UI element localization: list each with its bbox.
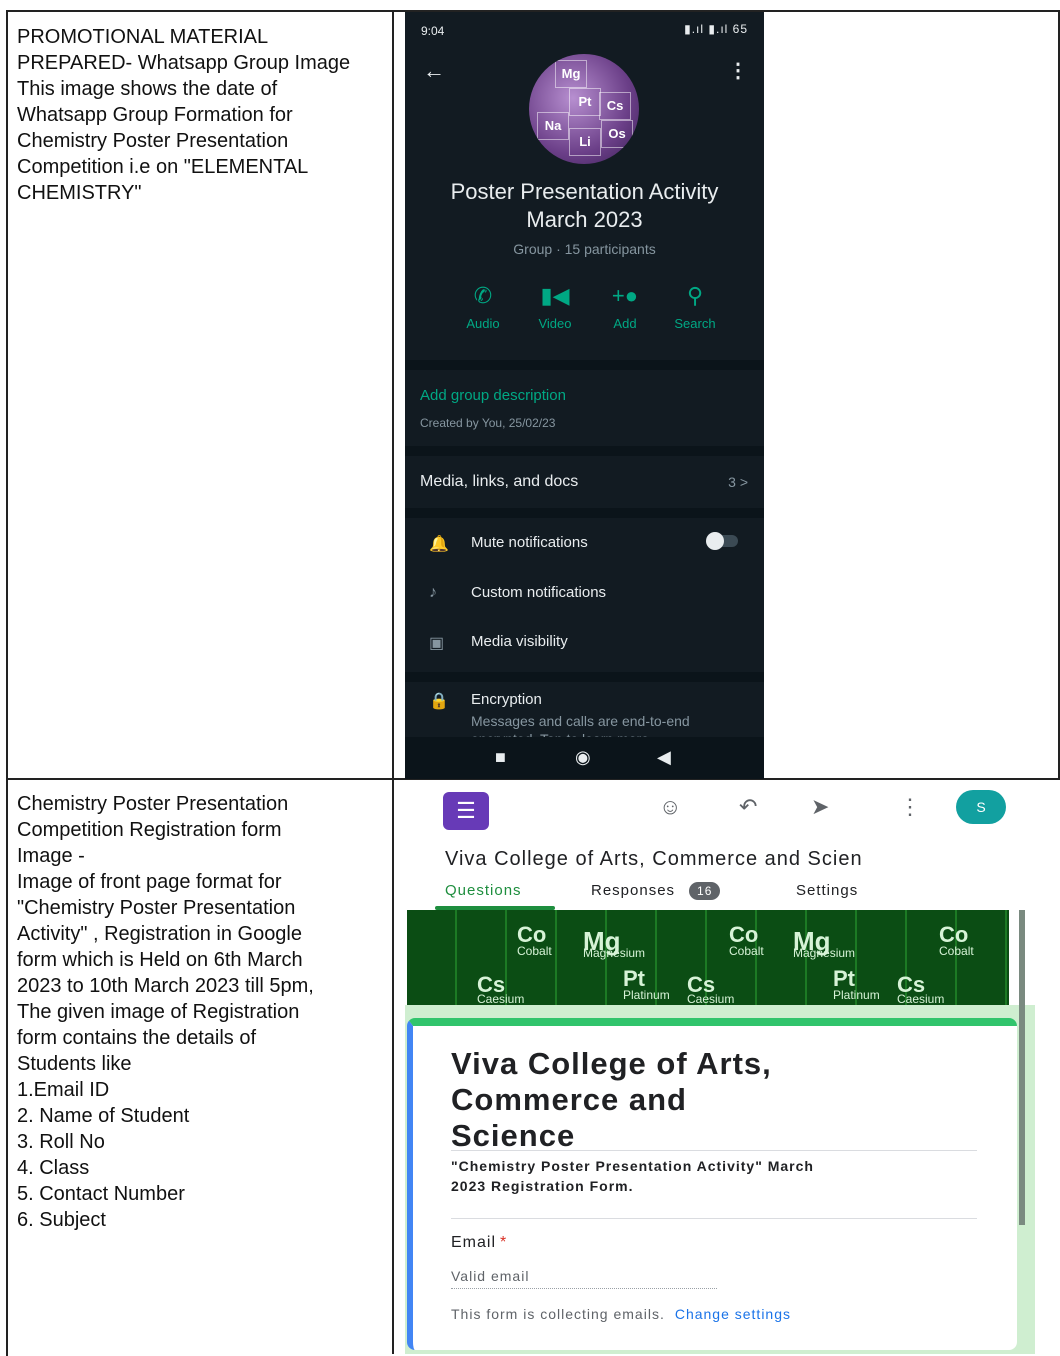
email-field-underline — [451, 1288, 717, 1289]
form-description[interactable]: "Chemistry Poster Presentation Activity"… — [451, 1156, 971, 1196]
action-row: ✆ Audio ▮◀ Video +● Add ⚲ Search — [453, 282, 733, 342]
toggle-knob — [706, 532, 724, 550]
section-divider — [451, 1218, 977, 1219]
form-toolbar: ☰ ☺ ↶ ➤ ⋮ S — [405, 780, 1035, 840]
title-divider — [451, 1150, 977, 1151]
bell-icon: 🔔 — [429, 536, 449, 553]
action-label: Search — [674, 316, 716, 331]
table-col-divider — [392, 10, 394, 1354]
banner-label: Magnesium — [583, 946, 646, 960]
banner-label: Cobalt — [517, 944, 552, 958]
banner-label: Cobalt — [729, 944, 764, 958]
video-call-button[interactable]: ▮◀ Video — [525, 282, 585, 331]
banner-label: Platinum — [623, 988, 670, 1002]
required-asterisk: * — [500, 1234, 508, 1251]
status-icons: ▮.ıl ▮.ıl 65 — [684, 22, 748, 36]
search-icon: ⚲ — [686, 283, 704, 308]
section-separator — [405, 360, 764, 370]
add-participant-button[interactable]: +● Add — [595, 282, 655, 331]
form-header-banner: Co Mg Co Mg Co Cs Pt Cs Pt Cs Cobalt Mag… — [407, 910, 1009, 1005]
group-name: Poster Presentation Activity March 2023 — [450, 179, 719, 232]
google-form-screenshot: ☰ ☺ ↶ ➤ ⋮ S Viva College of Arts, Commer… — [405, 780, 1035, 1354]
lock-icon: 🔒 — [429, 693, 449, 710]
banner-label: Cobalt — [939, 944, 974, 958]
action-label: Add — [613, 316, 637, 331]
add-person-icon: +● — [611, 283, 639, 308]
settings-label: Encryption — [471, 691, 542, 708]
settings-label: Media visibility — [471, 633, 568, 650]
form-header-title: Viva College of Arts, Commerce and Scien — [445, 848, 863, 870]
form-tabs: Questions Responses 16 Settings — [445, 882, 1025, 908]
video-icon: ▮◀ — [540, 283, 570, 308]
back-arrow-icon[interactable]: ← — [423, 58, 445, 84]
tab-responses[interactable]: Responses 16 — [591, 882, 721, 900]
group-avatar[interactable]: Mg Pt Cs Na Li Os — [529, 54, 639, 164]
action-label: Audio — [466, 316, 500, 331]
forms-logo-icon[interactable]: ☰ — [443, 792, 489, 830]
search-button[interactable]: ⚲ Search — [665, 282, 725, 331]
collecting-note-text: This form is collecting emails. — [451, 1306, 665, 1322]
tab-questions[interactable]: Questions — [445, 882, 522, 899]
change-settings-link[interactable]: Change settings — [675, 1306, 791, 1322]
avatar-tile: Pt — [569, 88, 601, 116]
undo-icon[interactable]: ↶ — [739, 794, 757, 820]
media-links-docs[interactable]: Media, links, and docs — [420, 473, 578, 491]
tab-settings[interactable]: Settings — [796, 882, 858, 899]
back-nav-icon[interactable]: ◀ — [657, 747, 671, 768]
action-label: Video — [538, 316, 572, 331]
settings-label: Mute notifications — [471, 534, 588, 551]
collecting-emails-note: This form is collecting emails. Change se… — [451, 1306, 791, 1322]
more-options-icon[interactable]: ⋮ — [899, 794, 921, 820]
avatar-tile: Cs — [599, 92, 631, 120]
form-title[interactable]: Viva College of Arts, Commerce and Scien… — [451, 1046, 971, 1154]
banner-label: Caesium — [477, 992, 525, 1005]
responses-count-badge: 16 — [689, 882, 721, 900]
whatsapp-group-screenshot: 9:04 ▮.ıl ▮.ıl 65 ← ⋮ Mg Pt Cs Na Li Os … — [405, 12, 764, 779]
row2-description: Chemistry Poster Presentation Competitio… — [17, 793, 314, 1231]
section-separator — [405, 508, 764, 518]
audio-call-button[interactable]: ✆ Audio — [453, 282, 513, 331]
status-bar: 9:04 ▮.ıl ▮.ıl 65 — [421, 20, 748, 42]
banner-label: Magnesium — [793, 946, 856, 960]
email-label-text: Email — [451, 1234, 497, 1251]
add-group-description[interactable]: Add group description — [420, 387, 566, 404]
created-by: Created by You, 25/02/23 — [420, 416, 556, 430]
recent-apps-icon[interactable]: ■ — [495, 747, 506, 768]
account-avatar[interactable]: S — [956, 790, 1006, 824]
banner-label: Caesium — [897, 992, 945, 1005]
form-title-card: Viva College of Arts, Commerce and Scien… — [407, 1018, 1017, 1350]
mute-toggle[interactable] — [706, 532, 738, 550]
avatar-tile: Li — [569, 128, 601, 156]
status-time: 9:04 — [421, 24, 445, 38]
scrollbar[interactable] — [1019, 910, 1025, 1225]
settings-label: Custom notifications — [471, 584, 607, 601]
send-icon[interactable]: ➤ — [811, 794, 829, 820]
avatar-tile: Os — [601, 120, 633, 148]
banner-label: Platinum — [833, 988, 880, 1002]
email-question-label: Email * — [451, 1234, 507, 1252]
banner-label: Caesium — [687, 992, 735, 1005]
section-separator — [405, 446, 764, 456]
music-note-icon: ♪ — [429, 584, 437, 601]
image-icon: ▣ — [429, 635, 445, 652]
home-icon[interactable]: ◉ — [575, 747, 591, 768]
group-participants: Group · 15 participants — [513, 241, 656, 257]
avatar-tile: Na — [537, 112, 569, 140]
phone-icon: ✆ — [473, 283, 493, 308]
section-separator — [405, 672, 764, 682]
row1-description: PROMOTIONAL MATERIAL PREPARED- Whatsapp … — [17, 26, 351, 204]
palette-icon[interactable]: ☺ — [659, 794, 681, 820]
avatar-tile: Mg — [555, 60, 587, 88]
email-field[interactable]: Valid email — [451, 1268, 529, 1284]
media-count: 3 > — [728, 474, 748, 490]
tab-responses-label: Responses — [591, 882, 676, 899]
more-options-icon[interactable]: ⋮ — [728, 58, 748, 83]
android-nav-bar: ■ ◉ ◀ — [405, 737, 764, 779]
